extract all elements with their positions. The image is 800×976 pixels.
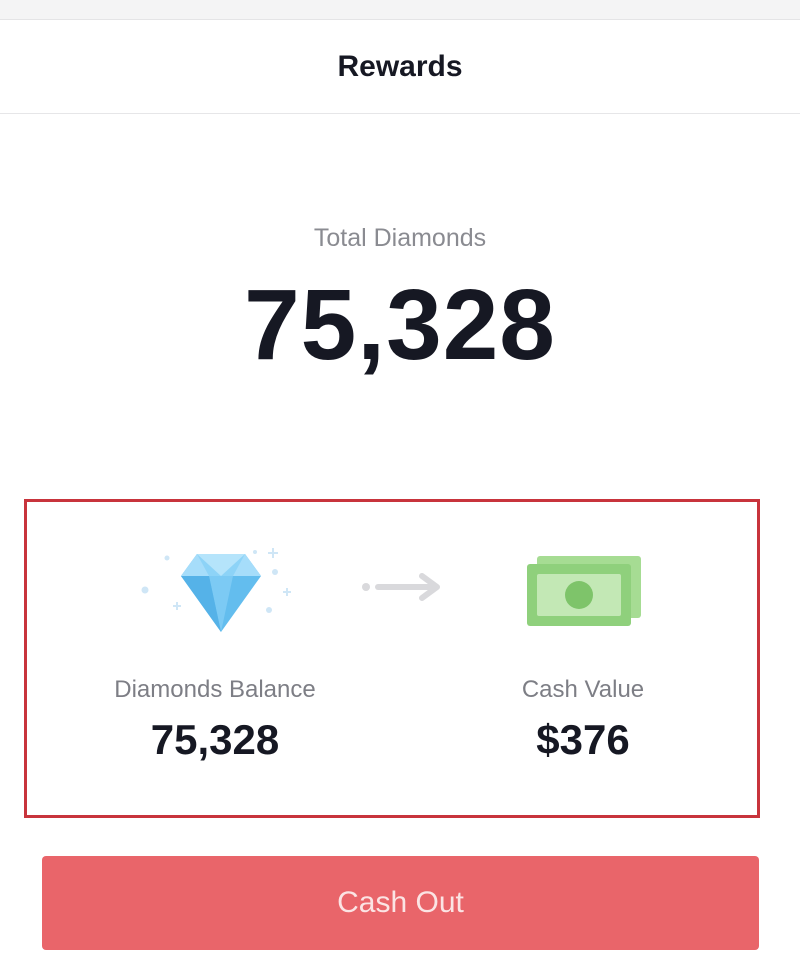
nav-bar: Rewards [0,21,800,114]
conversion-panel: Diamonds Balance 75,328 Cash Value $376 [24,499,760,818]
arrow-right-icon [362,573,440,601]
cash-out-button[interactable]: Cash Out [42,856,759,950]
cash-icon [527,556,641,626]
cash-value-amount: $376 [536,716,630,763]
total-diamonds-value: 75,328 [244,269,556,381]
page-title: Rewards [337,50,463,83]
diamond-icon [141,548,291,632]
diamonds-balance-label: Diamonds Balance [114,676,316,703]
diamonds-balance-value: 75,328 [150,716,280,763]
cash-value-label: Cash Value [521,676,645,703]
total-diamonds-label: Total Diamonds [313,224,487,252]
top-strip [0,0,800,20]
